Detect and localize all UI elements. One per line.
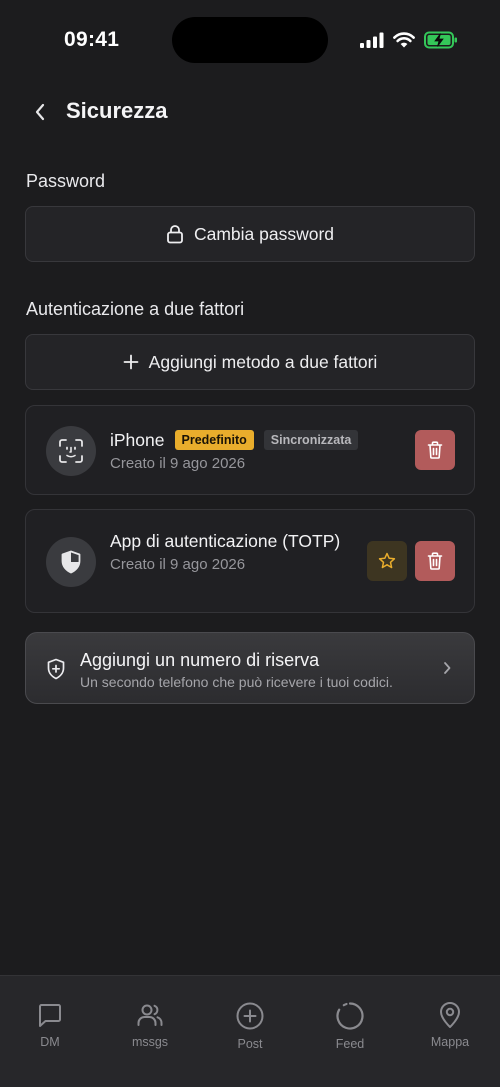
star-icon — [378, 552, 396, 569]
method-name: App di autenticazione (TOTP) — [110, 531, 341, 551]
two-factor-method-card: iPhone Predefinito Sincronizzata Creato … — [25, 405, 475, 495]
method-details: iPhone Predefinito Sincronizzata Creato … — [110, 429, 359, 472]
tab-mssgs[interactable]: mssgs — [100, 976, 200, 1087]
tab-mappa[interactable]: Mappa — [400, 976, 500, 1087]
status-time: 09:41 — [64, 28, 120, 51]
change-password-label: Cambia password — [193, 223, 335, 244]
tab-post-label: Post — [237, 1037, 263, 1051]
page-title: Sicurezza — [66, 98, 168, 123]
shield-icon — [46, 537, 96, 587]
add-two-factor-label: Aggiungi metodo a due fattori — [148, 351, 378, 372]
back-button[interactable] — [26, 96, 54, 128]
password-section-label: Password — [26, 171, 106, 191]
plus-circle-icon — [236, 1002, 264, 1030]
wifi-icon — [393, 32, 415, 53]
synced-badge: Sincronizzata — [263, 430, 359, 450]
status-bar: 09:41 — [0, 0, 500, 80]
tab-dm[interactable]: DM — [0, 976, 100, 1087]
shield-plus-icon — [46, 658, 66, 685]
method-created-date: Creato il 9 ago 2026 — [110, 556, 246, 573]
lock-icon — [167, 225, 183, 244]
bottom-tab-bar: DM mssgs Post Feed Mappa — [0, 975, 500, 1087]
status-icons — [360, 31, 458, 54]
set-default-method-button[interactable] — [367, 541, 407, 581]
tab-feed-label: Feed — [335, 1037, 365, 1051]
trash-icon — [427, 441, 443, 459]
method-details: App di autenticazione (TOTP) Creato il 9… — [110, 530, 354, 573]
chevron-right-icon — [442, 660, 452, 681]
page-header: Sicurezza — [0, 92, 500, 132]
tab-feed[interactable]: Feed — [300, 976, 400, 1087]
delete-method-button[interactable] — [415, 430, 455, 470]
dynamic-island — [172, 17, 328, 63]
tab-dm-label: DM — [40, 1035, 60, 1049]
face-id-icon — [46, 426, 96, 476]
two-factor-method-card: App di autenticazione (TOTP) Creato il 9… — [25, 509, 475, 613]
add-two-factor-method-button[interactable]: Aggiungi metodo a due fattori — [25, 334, 475, 390]
tab-post[interactable]: Post — [200, 976, 300, 1087]
default-badge: Predefinito — [174, 430, 254, 450]
users-icon — [137, 1004, 163, 1026]
plus-icon — [123, 354, 139, 370]
chevron-left-icon — [35, 103, 45, 121]
tab-mssgs-label: mssgs — [131, 1035, 169, 1049]
add-backup-number-card[interactable]: Aggiungi un numero di riserva Un secondo… — [25, 632, 475, 704]
circle-icon — [336, 1002, 364, 1030]
backup-number-title: Aggiungi un numero di riserva — [80, 650, 320, 670]
method-created-date: Creato il 9 ago 2026 — [110, 455, 246, 472]
message-icon — [39, 1004, 61, 1027]
delete-method-button[interactable] — [415, 541, 455, 581]
tab-mappa-label: Mappa — [430, 1035, 470, 1049]
method-name: iPhone — [110, 430, 165, 450]
cellular-signal-icon — [360, 32, 384, 53]
two-factor-section-label: Autenticazione a due fattori — [26, 299, 245, 319]
map-pin-icon — [440, 1002, 460, 1028]
battery-charging-icon — [424, 31, 458, 54]
change-password-button[interactable]: Cambia password — [25, 206, 475, 262]
backup-number-subtitle: Un secondo telefono che può ricevere i t… — [80, 674, 393, 690]
trash-icon — [427, 552, 443, 570]
